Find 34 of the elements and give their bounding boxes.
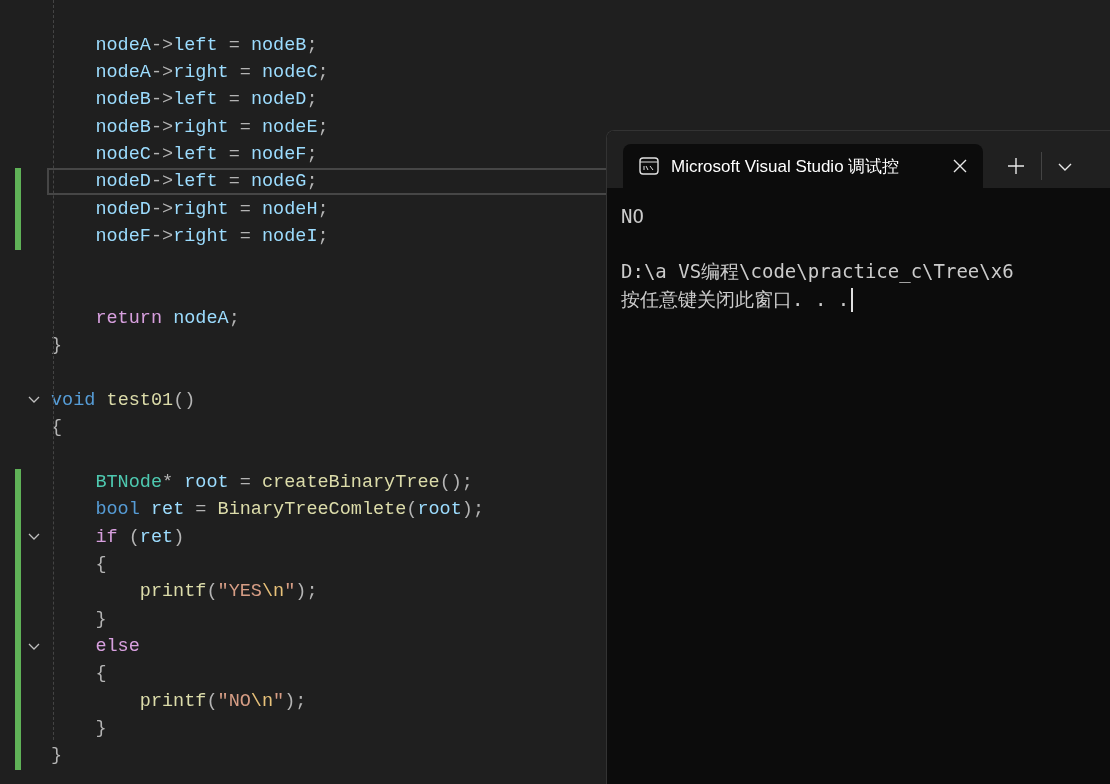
chevron-icon[interactable] bbox=[28, 642, 40, 651]
code-line: nodeA->left = nodeB; bbox=[94, 34, 318, 56]
code-line: { bbox=[94, 663, 107, 685]
code-line: bool ret = BinaryTreeComlete(root); bbox=[94, 499, 485, 521]
code-line: } bbox=[94, 718, 107, 740]
console-output: 按任意键关闭此窗口. . . bbox=[621, 287, 850, 312]
code-line: { bbox=[51, 417, 63, 439]
code-line: nodeA->right = nodeC; bbox=[94, 61, 329, 83]
code-line: } bbox=[51, 745, 63, 767]
code-line: nodeB->left = nodeD; bbox=[94, 89, 318, 111]
console-icon bbox=[639, 157, 659, 175]
terminal-tab[interactable]: Microsoft Visual Studio 调试控 bbox=[623, 144, 983, 188]
code-line: nodeD->left = nodeG; bbox=[94, 171, 318, 193]
text-cursor bbox=[851, 288, 854, 312]
code-line: nodeB->right = nodeE; bbox=[94, 116, 329, 138]
code-line: } bbox=[51, 335, 63, 357]
close-icon[interactable] bbox=[953, 159, 967, 173]
code-line: nodeD->right = nodeH; bbox=[94, 198, 329, 220]
code-line: nodeF->right = nodeI; bbox=[94, 225, 329, 247]
console-output: D:\a VS编程\code\practice_c\Tree\x6 bbox=[621, 259, 1014, 285]
code-line: nodeC->left = nodeF; bbox=[94, 143, 318, 165]
code-line: if (ret) bbox=[94, 526, 185, 548]
console-output: NO bbox=[621, 205, 644, 227]
plus-icon[interactable] bbox=[1007, 157, 1025, 175]
code-line: void test01() bbox=[51, 390, 196, 411]
code-line: { bbox=[94, 554, 107, 576]
code-line: printf("YES\n"); bbox=[138, 581, 318, 603]
code-line: printf("NO\n"); bbox=[138, 690, 307, 712]
code-line: return nodeA; bbox=[94, 307, 240, 329]
code-line: else bbox=[94, 636, 140, 658]
code-line: BTNode* root = createBinaryTree(); bbox=[94, 472, 473, 493]
chevron-icon[interactable] bbox=[28, 533, 40, 542]
chevron-icon[interactable] bbox=[28, 396, 40, 405]
code-line: } bbox=[94, 608, 107, 630]
